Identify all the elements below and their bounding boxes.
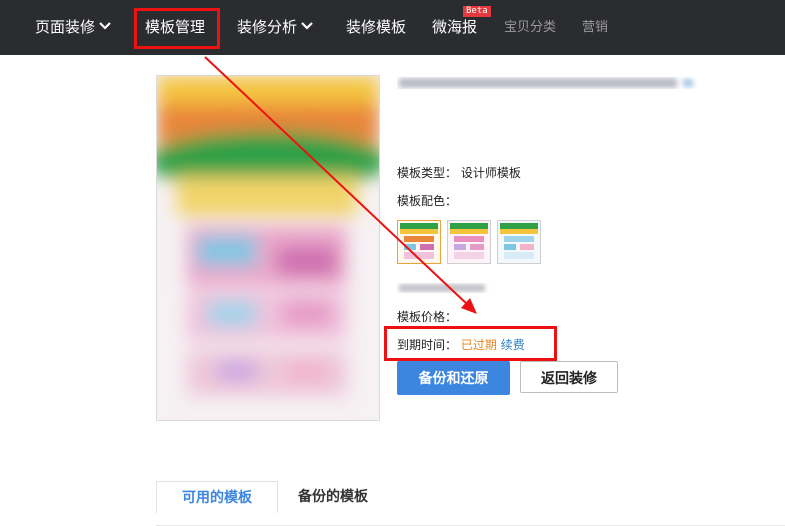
nav-item-label: 装修模板 xyxy=(346,18,407,36)
nav-item-decorate-templates[interactable]: 装修模板 xyxy=(346,0,406,55)
nav-item-label: 微海报 xyxy=(432,18,478,36)
preview-blurred-graphic xyxy=(157,76,379,420)
nav-item-label: 营销 xyxy=(582,20,609,35)
template-type-row: 模板类型： 设计师模板 xyxy=(397,164,521,181)
expiry-row: 到期时间： 已过期 续费 xyxy=(397,336,525,353)
nav-item-label: 页面装修 xyxy=(35,18,96,36)
backup-restore-button[interactable]: 备份和还原 xyxy=(397,361,510,395)
template-type-label: 模板类型： xyxy=(397,166,458,180)
blurred-field xyxy=(397,280,492,296)
nav-item-label: 装修分析 xyxy=(237,18,298,36)
nav-item-label: 模板管理 xyxy=(145,18,206,36)
swatch-thumbnail xyxy=(498,221,540,263)
expiry-status: 已过期 xyxy=(460,338,497,352)
top-nav-bar: 页面装修 模板管理 装修分析 装修模板 微海报 Beta 宝贝分类 营销 xyxy=(0,0,785,55)
nav-item-decorate-analysis[interactable]: 装修分析 xyxy=(237,0,313,55)
nav-item-template-manage[interactable]: 模板管理 xyxy=(145,0,205,55)
color-swatch-1[interactable] xyxy=(397,220,441,264)
color-swatch-2[interactable] xyxy=(447,220,491,264)
swatch-thumbnail xyxy=(398,221,440,263)
template-type-value: 设计师模板 xyxy=(460,166,521,180)
template-price-label: 模板价格： xyxy=(397,310,458,324)
nav-item-page-decorate[interactable]: 页面装修 xyxy=(35,0,111,55)
template-color-label: 模板配色： xyxy=(397,194,458,208)
nav-item-marketing[interactable]: 营销 xyxy=(582,0,608,55)
tab-available-templates[interactable]: 可用的模板 xyxy=(156,481,278,513)
swatch-thumbnail xyxy=(448,221,490,263)
color-swatch-3[interactable] xyxy=(497,220,541,264)
nav-item-product-category[interactable]: 宝贝分类 xyxy=(504,0,556,55)
expiry-label: 到期时间： xyxy=(397,338,458,352)
template-preview-image xyxy=(156,75,380,421)
back-to-decorate-button[interactable]: 返回装修 xyxy=(520,361,618,393)
renew-link[interactable]: 续费 xyxy=(501,338,525,352)
nav-item-label: 宝贝分类 xyxy=(504,20,557,35)
chevron-down-icon xyxy=(99,22,111,30)
template-tabs: 可用的模板 备份的模板 xyxy=(156,481,785,526)
tab-backup-templates[interactable]: 备份的模板 xyxy=(298,481,368,511)
template-title-blurred xyxy=(397,72,697,96)
chevron-down-icon xyxy=(301,22,313,30)
beta-badge: Beta xyxy=(463,6,491,17)
